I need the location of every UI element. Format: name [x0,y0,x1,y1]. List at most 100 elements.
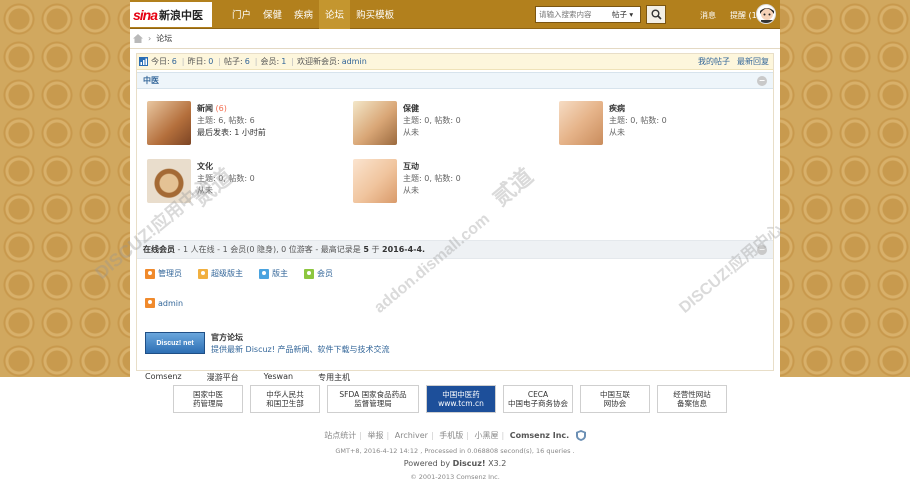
stats-links: 我的帖子 最新回复 [698,54,769,70]
footer-gmt-info: GMT+8, 2016-4-12 14:12 , Processed in 0.… [335,447,575,455]
badge-tcm-cn[interactable]: 中国中医药 www.tcm.cn [426,385,496,413]
today-label: 今日: [151,57,170,66]
board-name-disease[interactable]: 疾病 [609,104,625,113]
breadcrumb: › 论坛 [130,29,780,49]
friend-link-yeswan[interactable]: Yeswan [264,372,293,383]
board-thumbnail-interaction[interactable] [353,159,397,203]
breadcrumb-current[interactable]: 论坛 [156,33,172,44]
breadcrumb-separator: › [148,34,152,43]
online-member-name[interactable]: admin [158,299,183,308]
posts-label: 帖子: [224,57,243,66]
board-item-disease[interactable]: 疾病 主题: 0, 帖数: 0 从未 [557,101,757,147]
online-record-date: 2016-4-4. [382,245,426,254]
collapse-icon[interactable]: − [757,245,767,255]
legend-label: 会员 [317,269,333,278]
board-last-post-health: 从未 [403,128,419,137]
board-thumbnail-health[interactable] [353,101,397,145]
footer-link-report[interactable]: 举报 [367,431,383,440]
footer-link-stats[interactable]: 站点统计 [324,431,356,440]
badge-sfda[interactable]: SFDA 国家食品药品 监督管理局 [327,385,419,413]
posts-count: 6 [244,57,250,66]
board-thumbnail-news[interactable] [147,101,191,145]
collapse-icon[interactable]: − [757,76,767,86]
online-record-on: 于 [368,245,382,254]
online-summary: - 1 人在线 - 1 会员(0 隐身), 0 位游客 - 最高记录是 [175,245,364,254]
site-logo[interactable]: sina 新浪中医 [130,2,212,27]
badge-health-ministry[interactable]: 中华人民共 和国卫生部 [250,385,320,413]
online-member-admin[interactable]: admin [145,298,183,308]
board-name-culture[interactable]: 文化 [197,162,213,171]
user-group-legend: 管理员 超级版主 版主 会员 [145,268,333,279]
messages-link[interactable]: 消息 [700,0,716,29]
search-button[interactable] [646,5,666,24]
nav-item-health[interactable]: 保健 [257,0,288,29]
badge-internet-society[interactable]: 中国互联 网协会 [580,385,650,413]
nav-item-forum[interactable]: 论坛 [319,0,351,29]
nav-item-portal[interactable]: 门户 [226,0,257,29]
board-thumbnail-disease[interactable] [559,101,603,145]
forum-stats-bar: 今日: 6 | 昨日: 0 | 帖子: 6 | 会员: 1 | 欢迎新会员: admin 我的帖子… [137,54,773,70]
footer-link-blackroom[interactable]: 小黑屋 [474,431,498,440]
friend-links: Comsenz 漫游平台 Yeswan 专用主机 [137,372,773,383]
category-title[interactable]: 中医 [143,76,159,85]
footer-link-archiver[interactable]: Archiver [395,431,428,440]
partner-forum[interactable]: Discuz! net 官方论坛 提供最新 Discuz! 产品新闻、软件下载与… [145,332,390,356]
category-header[interactable]: 中医 − [137,72,773,89]
friend-link-comsenz[interactable]: Comsenz [145,372,182,383]
footer-company[interactable]: Comsenz Inc. [510,431,569,440]
board-item-interaction[interactable]: 互动 主题: 0, 帖数: 0 从未 [351,159,551,205]
legend-label: 超级版主 [211,269,243,278]
partner-description: 提供最新 Discuz! 产品新闻、软件下载与技术交流 [211,345,390,354]
board-stats-disease: 主题: 0, 帖数: 0 [609,116,667,125]
shield-icon[interactable] [575,430,586,441]
powered-brand[interactable]: Discuz! [453,459,486,468]
board-item-culture[interactable]: 文化 主题: 0, 帖数: 0 从未 [145,159,345,205]
members-count: 1 [281,57,287,66]
board-item-news[interactable]: 新闻 (6) 主题: 6, 帖数: 6 最后发表: 1 小时前 [145,101,345,147]
main-content: › 论坛 今日: 6 | 昨日: 0 | 帖子: 6 | 会员: 1 | 欢迎新会员: admin… [130,29,780,382]
legend-super-moderator: 超级版主 [198,268,243,279]
footer-link-mobile[interactable]: 手机版 [439,431,463,440]
board-last-post-disease: 从未 [609,128,625,137]
partner-title[interactable]: 官方论坛 [211,332,390,344]
avatar[interactable] [756,4,776,24]
footer-copyright: © 2001-2013 Comsenz Inc. [410,473,500,481]
badge-tcm-administration[interactable]: 国家中医 药管理局 [173,385,243,413]
badge-business-record[interactable]: 经营性网站 备案信息 [657,385,727,413]
board-name-health[interactable]: 保健 [403,104,419,113]
badge-ceca[interactable]: CECA 中国电子商务协会 [503,385,573,413]
legend-moderator: 版主 [259,268,288,279]
moderator-user-icon [259,268,269,279]
board-name-interaction[interactable]: 互动 [403,162,419,171]
powered-prefix: Powered by [403,459,453,468]
friend-link-manyou[interactable]: 漫游平台 [207,372,239,383]
newest-member-label: 欢迎新会员: [297,57,340,66]
board-stats-health: 主题: 0, 帖数: 0 [403,116,461,125]
board-last-post-news[interactable]: 最后发表: 1 小时前 [197,127,266,139]
top-navigation-bar: sina 新浪中医 门户 保健 疾病 论坛 购买模板 帖子 ▾ 消息 提醒 (1… [130,0,780,29]
home-icon[interactable] [133,34,143,43]
newest-member-link[interactable]: admin [342,57,367,66]
admin-user-icon [145,268,155,279]
search-input[interactable] [536,7,612,22]
latest-replies-link[interactable]: 最新回复 [737,54,769,70]
admin-user-icon [145,298,155,308]
nav-item-disease[interactable]: 疾病 [288,0,319,29]
discuz-partner-logo[interactable]: Discuz! net [145,332,205,354]
nav-item-buy-template[interactable]: 购买模板 [350,0,400,29]
footer-links: 站点统计 | 举报 | Archiver | 手机版 | 小黑屋 | Comsenz In… [0,430,910,441]
search-type-select[interactable]: 帖子 ▾ [612,7,633,22]
friend-link-hosting[interactable]: 专用主机 [318,372,350,383]
board-name-news[interactable]: 新闻 [197,104,213,113]
super-moderator-user-icon [198,268,208,279]
forum-index: 今日: 6 | 昨日: 0 | 帖子: 6 | 会员: 1 | 欢迎新会员: admin 我的帖子… [136,53,774,382]
powered-version: X3.2 [485,459,507,468]
legend-admin: 管理员 [145,268,182,279]
online-members-label[interactable]: 在线会员 [143,245,175,254]
today-count: 6 [171,57,177,66]
my-posts-link[interactable]: 我的帖子 [698,54,730,70]
board-item-health[interactable]: 保健 主题: 0, 帖数: 0 从未 [351,101,551,147]
board-stats-news: 主题: 6, 帖数: 6 [197,116,255,125]
site-name: 新浪中医 [159,9,204,22]
board-thumbnail-culture[interactable] [147,159,191,203]
